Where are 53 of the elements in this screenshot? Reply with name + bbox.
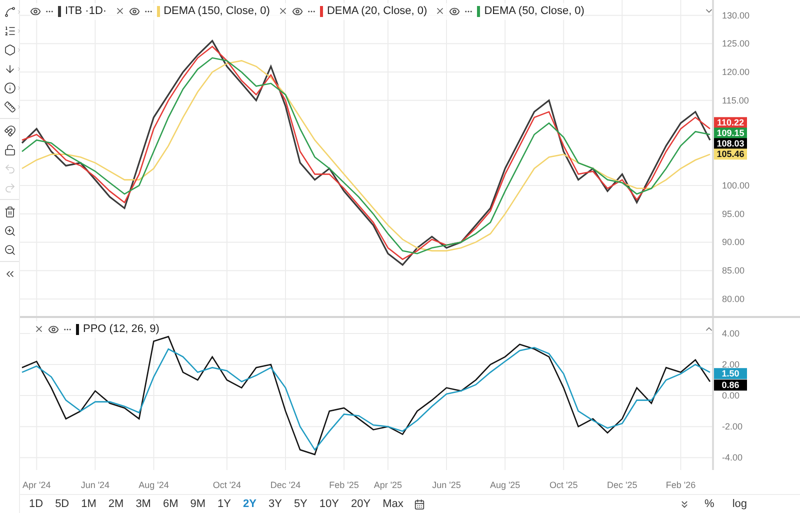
range-button[interactable]: 5Y xyxy=(288,496,312,512)
price-tag: 110.22 xyxy=(714,117,747,128)
axis-label: Apr '24 xyxy=(22,480,51,490)
axis-label: Feb '25 xyxy=(329,480,359,490)
legend-label: PPO (12, 26, 9) xyxy=(83,322,160,337)
axis-label: Oct '25 xyxy=(550,480,578,490)
price-tag: 1.50 xyxy=(714,368,747,380)
axis-label: Oct '24 xyxy=(212,480,242,490)
axis-label: 2.00 xyxy=(722,360,740,370)
range-button[interactable]: 3M xyxy=(130,496,156,512)
axis-label: 95.00 xyxy=(722,208,745,219)
price-tag: 109.15 xyxy=(714,128,747,139)
legend-label: DEMA (150, Close, 0) xyxy=(164,4,270,19)
price-tag: 108.03 xyxy=(714,138,747,150)
axis-label: -4.00 xyxy=(722,452,743,463)
axis-label: Apr '25 xyxy=(374,480,402,490)
range-button[interactable]: Max xyxy=(378,496,408,512)
range-button[interactable]: 5D xyxy=(50,496,74,512)
axis-label: 80.00 xyxy=(722,294,745,304)
range-button[interactable]: 2M xyxy=(103,496,129,512)
axis-label: Feb '26 xyxy=(666,480,696,490)
axis-label: Jun '24 xyxy=(80,480,110,490)
axis-label: 90.00 xyxy=(722,237,745,248)
range-button[interactable]: 10Y xyxy=(314,496,344,512)
scale-button[interactable]: log xyxy=(729,496,750,512)
legend-label: ITB ·1D· xyxy=(65,4,107,19)
axis-label: 130.00 xyxy=(722,10,750,20)
range-button[interactable]: 20Y xyxy=(346,496,376,512)
range-button[interactable]: 1Y xyxy=(212,496,236,512)
axis-label: 120.00 xyxy=(722,67,750,78)
scale-button[interactable]: % xyxy=(702,496,718,512)
range-button[interactable]: 3Y xyxy=(263,496,287,512)
axis-label: Jun '25 xyxy=(432,480,461,490)
range-button[interactable]: 1D xyxy=(24,496,48,512)
axis-label: Aug '25 xyxy=(490,480,520,490)
range-button[interactable]: 9M xyxy=(185,496,211,512)
legend-label: DEMA (50, Close, 0) xyxy=(484,4,584,19)
legend-label: DEMA (20, Close, 0) xyxy=(326,4,428,19)
axis-label: Dec '24 xyxy=(270,480,301,490)
axis-label: Aug '24 xyxy=(138,480,169,490)
axis-label: 100.00 xyxy=(722,180,750,191)
range-button[interactable]: 2Y xyxy=(238,496,262,512)
axis-label: 85.00 xyxy=(722,266,745,276)
axis-label: Dec '25 xyxy=(607,480,638,490)
axis-label: -2.00 xyxy=(722,422,743,432)
range-button[interactable]: 6M xyxy=(158,496,184,512)
axis-label: 0.00 xyxy=(722,390,740,401)
range-button[interactable]: 1M xyxy=(76,496,102,512)
price-tag: 105.46 xyxy=(714,148,747,160)
axis-label: 115.00 xyxy=(722,95,749,106)
price-tag: 0.86 xyxy=(714,380,747,391)
axis-label: 125.00 xyxy=(722,38,750,49)
axis-label: 4.00 xyxy=(722,328,740,338)
